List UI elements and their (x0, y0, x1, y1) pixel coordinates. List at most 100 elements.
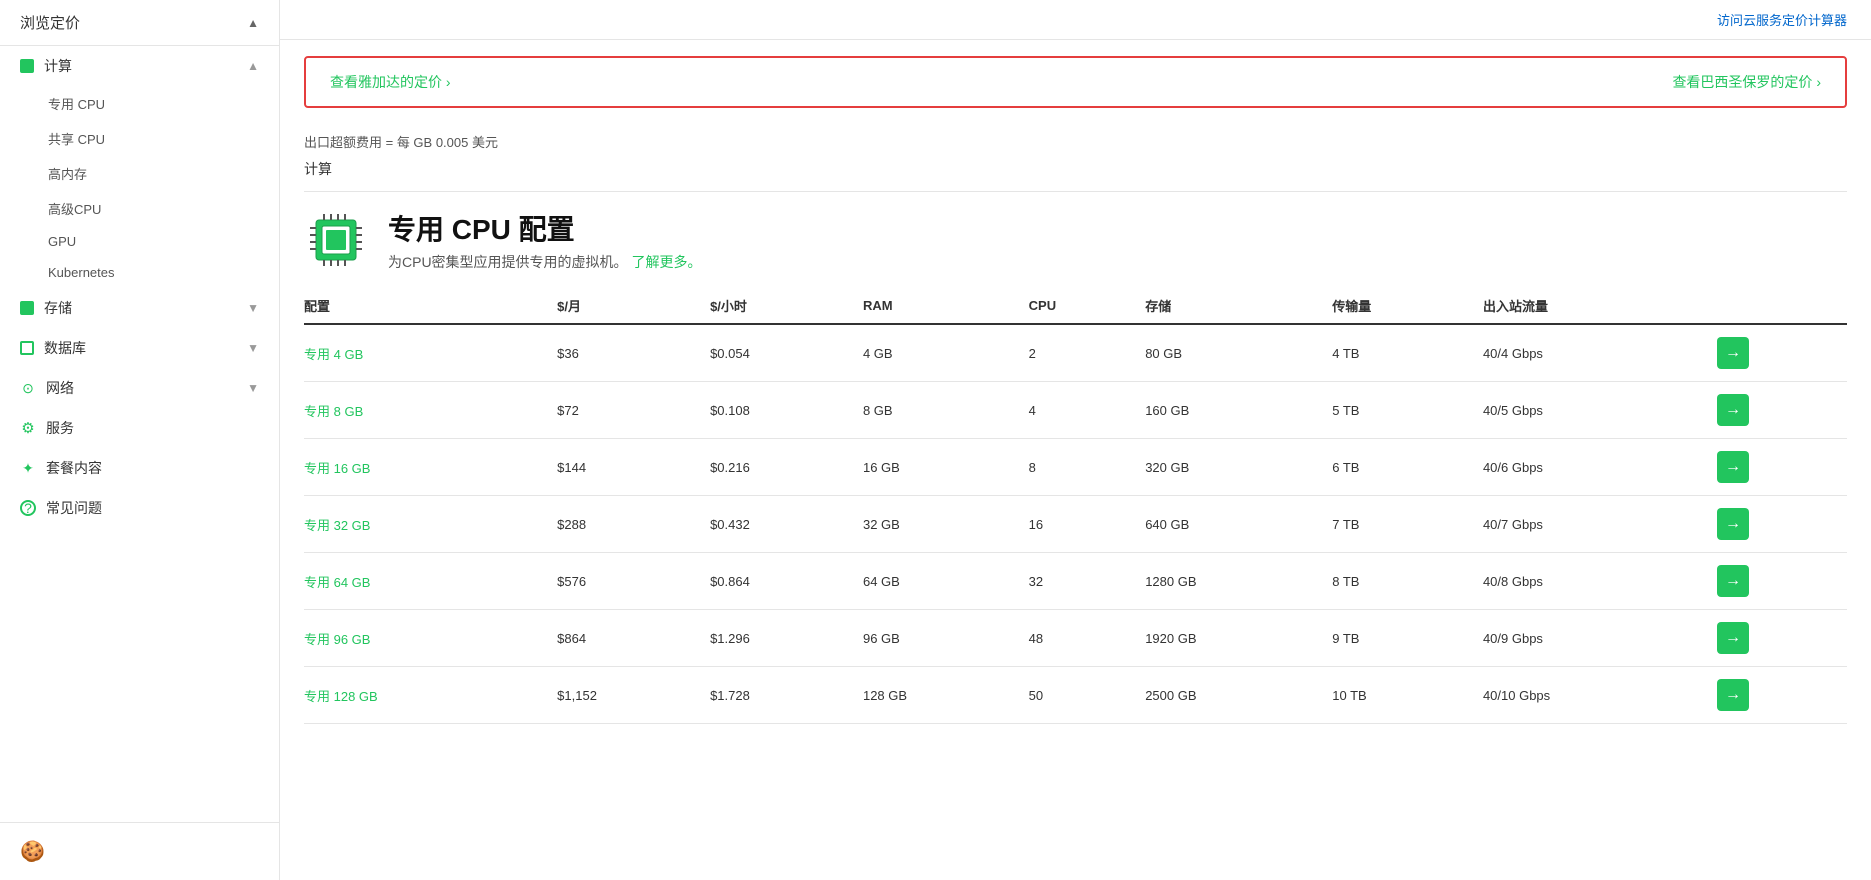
gear-icon: ⚙ (20, 420, 36, 436)
sidebar-item-database[interactable]: 数据库 ▼ (0, 328, 279, 368)
plan-hourly-0: $0.054 (710, 324, 863, 382)
plan-name-0[interactable]: 专用 4 GB (304, 324, 557, 382)
plan-select-button-2[interactable]: → (1717, 451, 1749, 483)
plan-name-1[interactable]: 专用 8 GB (304, 382, 557, 439)
chevron-up-icon-compute: ▲ (247, 59, 259, 73)
plan-select-button-0[interactable]: → (1717, 337, 1749, 369)
plan-name-5[interactable]: 专用 96 GB (304, 610, 557, 667)
product-section: 专用 CPU 配置 为CPU密集型应用提供专用的虚拟机。 了解更多。 配置 $/… (280, 208, 1871, 740)
plan-cpu-4: 32 (1029, 553, 1146, 610)
sidebar-item-kubernetes[interactable]: Kubernetes (0, 257, 279, 288)
plan-network-5: 40/9 Gbps (1483, 610, 1717, 667)
compute-icon (20, 59, 34, 73)
plan-monthly-5: $864 (557, 610, 710, 667)
sidebar-bundles-label: 套餐内容 (46, 458, 102, 478)
sidebar-item-gpu[interactable]: GPU (0, 226, 279, 257)
chevron-down-icon-network: ▼ (247, 381, 259, 395)
plan-monthly-0: $36 (557, 324, 710, 382)
plan-select-button-5[interactable]: → (1717, 622, 1749, 654)
sao-paulo-link[interactable]: 查看巴西圣保罗的定价 › (1672, 72, 1821, 92)
product-header: 专用 CPU 配置 为CPU密集型应用提供专用的虚拟机。 了解更多。 (304, 208, 1847, 272)
plan-cpu-0: 2 (1029, 324, 1146, 382)
plan-action-5: → (1717, 610, 1847, 667)
plan-action-0: → (1717, 324, 1847, 382)
sidebar-header-label: 浏览定价 (20, 12, 80, 33)
table-row: 专用 128 GB $1,152 $1.728 128 GB 50 2500 G… (304, 667, 1847, 724)
plan-select-button-4[interactable]: → (1717, 565, 1749, 597)
plan-storage-0: 80 GB (1145, 324, 1332, 382)
plan-select-button-1[interactable]: → (1717, 394, 1749, 426)
plan-network-3: 40/7 Gbps (1483, 496, 1717, 553)
plan-name-4[interactable]: 专用 64 GB (304, 553, 557, 610)
plan-action-3: → (1717, 496, 1847, 553)
plan-transfer-3: 7 TB (1332, 496, 1483, 553)
sidebar-item-compute[interactable]: 计算 ▲ (0, 46, 279, 86)
sidebar-item-faq[interactable]: ? 常见问题 (0, 488, 279, 528)
plan-cpu-1: 4 (1029, 382, 1146, 439)
product-desc: 为CPU密集型应用提供专用的虚拟机。 了解更多。 (388, 252, 701, 272)
sidebar-services-label: 服务 (46, 418, 74, 438)
col-config: 配置 (304, 288, 557, 324)
plan-storage-2: 320 GB (1145, 439, 1332, 496)
col-network: 出入站流量 (1483, 288, 1717, 324)
plan-name-2[interactable]: 专用 16 GB (304, 439, 557, 496)
plan-network-2: 40/6 Gbps (1483, 439, 1717, 496)
col-storage: 存储 (1145, 288, 1332, 324)
topbar-link[interactable]: 访问云服务定价计算器 (1717, 10, 1847, 29)
plan-cpu-2: 8 (1029, 439, 1146, 496)
plan-action-4: → (1717, 553, 1847, 610)
plan-name-3[interactable]: 专用 32 GB (304, 496, 557, 553)
jakarta-link[interactable]: 查看雅加达的定价 › (330, 72, 451, 92)
product-learn-more-link[interactable]: 了解更多。 (631, 254, 701, 270)
sidebar-faq-label: 常见问题 (46, 498, 102, 518)
plan-monthly-2: $144 (557, 439, 710, 496)
sidebar: 浏览定价 ▲ 计算 ▲ 专用 CPU 共享 CPU 高内存 高级CPU GPU … (0, 0, 280, 880)
sidebar-item-premium-cpu[interactable]: 高级CPU (0, 191, 279, 226)
plan-monthly-4: $576 (557, 553, 710, 610)
chevron-down-icon-database: ▼ (247, 341, 259, 355)
sidebar-item-bundles[interactable]: ✦ 套餐内容 (0, 448, 279, 488)
table-row: 专用 16 GB $144 $0.216 16 GB 8 320 GB 6 TB… (304, 439, 1847, 496)
product-title-block: 专用 CPU 配置 为CPU密集型应用提供专用的虚拟机。 了解更多。 (388, 208, 701, 272)
plan-storage-4: 1280 GB (1145, 553, 1332, 610)
sidebar-item-storage[interactable]: 存储 ▼ (0, 288, 279, 328)
sidebar-database-label: 数据库 (44, 338, 86, 358)
sidebar-item-network[interactable]: ⊙ 网络 ▼ (0, 368, 279, 408)
egress-info: 出口超额费用 = 每 GB 0.005 美元 (280, 124, 1871, 155)
plan-ram-4: 64 GB (863, 553, 1029, 610)
plan-name-6[interactable]: 专用 128 GB (304, 667, 557, 724)
sidebar-header[interactable]: 浏览定价 ▲ (0, 0, 279, 46)
plan-network-1: 40/5 Gbps (1483, 382, 1717, 439)
section-divider (304, 191, 1847, 192)
col-transfer: 传输量 (1332, 288, 1483, 324)
plan-monthly-6: $1,152 (557, 667, 710, 724)
plan-select-button-6[interactable]: → (1717, 679, 1749, 711)
plan-hourly-6: $1.728 (710, 667, 863, 724)
plan-cpu-6: 50 (1029, 667, 1146, 724)
pricing-table-body: 专用 4 GB $36 $0.054 4 GB 2 80 GB 4 TB 40/… (304, 324, 1847, 724)
table-row: 专用 8 GB $72 $0.108 8 GB 4 160 GB 5 TB 40… (304, 382, 1847, 439)
sidebar-storage-label: 存储 (44, 298, 72, 318)
plan-ram-1: 8 GB (863, 382, 1029, 439)
sidebar-item-high-memory[interactable]: 高内存 (0, 156, 279, 191)
col-action (1717, 288, 1847, 324)
plan-ram-5: 96 GB (863, 610, 1029, 667)
network-icon: ⊙ (20, 380, 36, 396)
plan-select-button-3[interactable]: → (1717, 508, 1749, 540)
plan-action-6: → (1717, 667, 1847, 724)
question-icon: ? (20, 500, 36, 516)
plan-transfer-6: 10 TB (1332, 667, 1483, 724)
sidebar-item-services[interactable]: ⚙ 服务 (0, 408, 279, 448)
sidebar-item-shared-cpu[interactable]: 共享 CPU (0, 121, 279, 156)
cookie-icon[interactable]: 🍪 (20, 841, 45, 863)
chevron-up-icon: ▲ (247, 16, 259, 30)
plan-network-6: 40/10 Gbps (1483, 667, 1717, 724)
plan-storage-3: 640 GB (1145, 496, 1332, 553)
table-row: 专用 64 GB $576 $0.864 64 GB 32 1280 GB 8 … (304, 553, 1847, 610)
plan-storage-1: 160 GB (1145, 382, 1332, 439)
sidebar-item-dedicated-cpu[interactable]: 专用 CPU (0, 86, 279, 121)
table-row: 专用 96 GB $864 $1.296 96 GB 48 1920 GB 9 … (304, 610, 1847, 667)
sidebar-section-compute: 计算 ▲ 专用 CPU 共享 CPU 高内存 高级CPU GPU Kuberne… (0, 46, 279, 288)
plan-monthly-3: $288 (557, 496, 710, 553)
top-bar: 访问云服务定价计算器 (280, 0, 1871, 40)
